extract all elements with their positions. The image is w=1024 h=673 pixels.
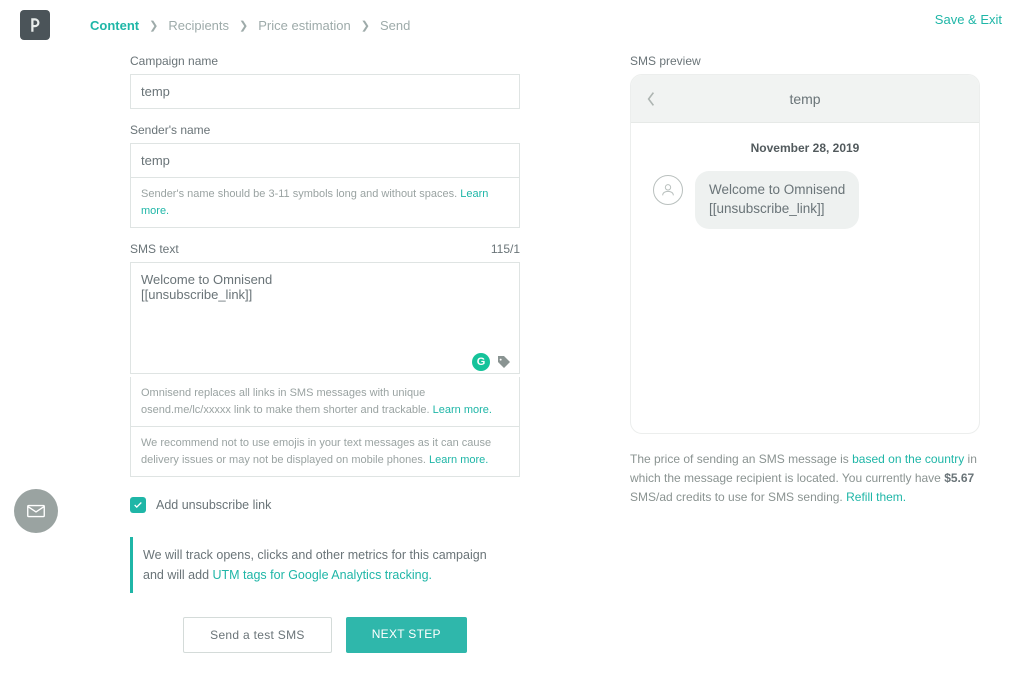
price-country-link[interactable]: based on the country <box>852 452 964 466</box>
tag-icon[interactable] <box>496 354 512 370</box>
utm-callout: We will track opens, clicks and other me… <box>130 537 520 593</box>
unsubscribe-checkbox[interactable] <box>130 497 146 513</box>
avatar-icon <box>653 175 683 205</box>
breadcrumb-recipients[interactable]: Recipients <box>168 18 229 33</box>
brand-logo[interactable] <box>20 10 50 40</box>
refill-link[interactable]: Refill them. <box>846 490 906 504</box>
breadcrumb-send[interactable]: Send <box>380 18 410 33</box>
sms-text-input[interactable] <box>130 262 520 374</box>
chevron-right-icon: ❯ <box>239 19 248 32</box>
price-note-p3: SMS/ad credits to use for SMS sending. <box>630 490 846 504</box>
credits-amount: $5.67 <box>944 471 974 485</box>
back-chevron-icon[interactable] <box>645 91 661 107</box>
unsubscribe-label: Add unsubscribe link <box>156 498 271 512</box>
message-bubble: Welcome to Omnisend [[unsubscribe_link]] <box>695 171 859 229</box>
sms-preview-label: SMS preview <box>630 54 980 68</box>
sms-hint-2: We recommend not to use emojis in your t… <box>130 427 520 477</box>
send-test-button[interactable]: Send a test SMS <box>183 617 332 653</box>
bubble-line2: [[unsubscribe_link]] <box>709 201 825 216</box>
sender-hint-text: Sender's name should be 3-11 symbols lon… <box>141 188 460 200</box>
sms-text-label: SMS text <box>130 242 179 256</box>
bubble-line1: Welcome to Omnisend <box>709 182 845 197</box>
sender-hint: Sender's name should be 3-11 symbols lon… <box>130 178 520 228</box>
sms-hint-1: Omnisend replaces all links in SMS messa… <box>130 377 520 427</box>
sender-name-input[interactable] <box>130 143 520 178</box>
breadcrumb: Content ❯ Recipients ❯ Price estimation … <box>90 18 410 33</box>
sender-name-label: Sender's name <box>130 123 520 137</box>
price-note: The price of sending an SMS message is b… <box>630 450 980 508</box>
chevron-right-icon: ❯ <box>361 19 370 32</box>
price-note-p1: The price of sending an SMS message is <box>630 452 852 466</box>
preview-title: temp <box>631 91 979 107</box>
sms-hint1-link[interactable]: Learn more. <box>433 404 492 416</box>
chevron-right-icon: ❯ <box>149 19 158 32</box>
campaign-name-input[interactable] <box>130 74 520 109</box>
next-step-button[interactable]: NEXT STEP <box>346 617 467 653</box>
sms-hint2-link[interactable]: Learn more. <box>429 454 488 466</box>
check-icon <box>133 500 143 510</box>
breadcrumb-content[interactable]: Content <box>90 18 139 33</box>
save-exit-link[interactable]: Save & Exit <box>935 12 1002 27</box>
utm-link[interactable]: UTM tags for Google Analytics tracking. <box>213 568 433 582</box>
sms-preview-card: temp November 28, 2019 Welcome to Omnise… <box>630 74 980 434</box>
help-fab[interactable] <box>14 489 58 533</box>
preview-date: November 28, 2019 <box>653 141 957 155</box>
mail-icon <box>25 500 47 522</box>
sms-char-count: 115/1 <box>491 242 520 256</box>
grammarly-icon[interactable]: G <box>472 353 490 371</box>
campaign-name-label: Campaign name <box>130 54 520 68</box>
sms-hint1-text: Omnisend replaces all links in SMS messa… <box>141 387 433 416</box>
breadcrumb-price[interactable]: Price estimation <box>258 18 350 33</box>
